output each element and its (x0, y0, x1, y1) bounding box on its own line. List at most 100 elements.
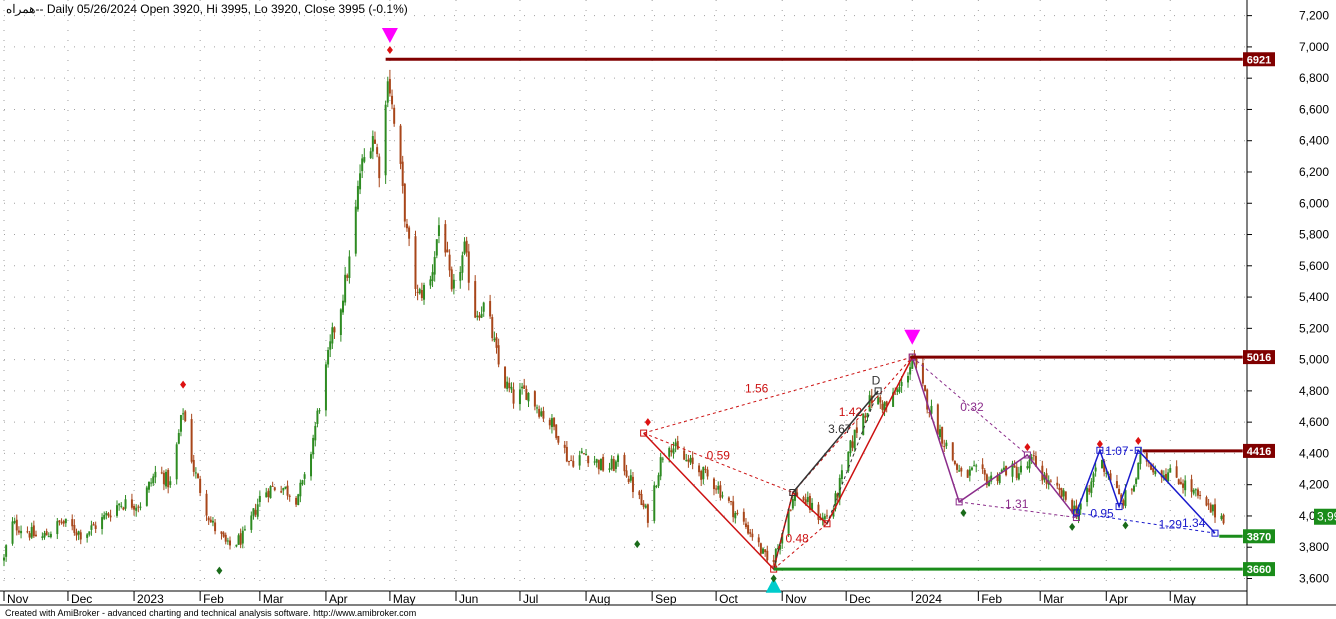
candle-body (3, 557, 5, 561)
candle-body (403, 183, 406, 222)
candle-body (900, 381, 903, 387)
candle-body (71, 519, 74, 527)
pattern-ratio-label: 3.67 (828, 422, 852, 436)
candle-body (73, 524, 76, 533)
candle-body (730, 501, 733, 503)
candle-body (1064, 491, 1067, 500)
candle-body (116, 505, 118, 516)
candle-body (629, 475, 632, 481)
candle-body (399, 125, 402, 164)
candle-body (324, 364, 327, 411)
candle-body (489, 301, 492, 317)
candle-body (565, 446, 568, 462)
pattern-ratio-label: 1.29 (1159, 517, 1183, 531)
candle-body (840, 470, 843, 479)
candle-body (137, 506, 140, 508)
candle-body (56, 521, 59, 535)
candle-body (34, 534, 37, 537)
candle-body (717, 485, 720, 490)
candle-body (167, 470, 170, 488)
candle-body (86, 534, 89, 538)
candle-body (638, 491, 641, 496)
candle-body (356, 186, 359, 210)
candle-body (698, 465, 701, 473)
pattern-ratio-label: 0.48 (785, 532, 809, 546)
y-tick-label: 4,800 (1299, 384, 1329, 398)
candle-body (595, 459, 598, 463)
candle-body (371, 136, 374, 152)
pattern-solid-leg (643, 356, 913, 571)
candle-body (162, 472, 165, 485)
candle-body (435, 239, 438, 256)
swing-point-marker (180, 380, 187, 389)
footer-credit: Created with AmiBroker - advanced charti… (5, 608, 417, 618)
candle-body (1101, 459, 1104, 469)
candle-body (344, 274, 347, 303)
candle-body (744, 523, 747, 528)
candle-body (715, 488, 718, 490)
candle-body (789, 509, 792, 511)
x-tick-label: 2023 (137, 592, 164, 606)
candle-body (482, 302, 485, 312)
swing-point-marker (386, 46, 393, 55)
candle-body (742, 511, 745, 522)
candle-body (480, 313, 483, 318)
candle-body (271, 485, 274, 487)
sell-arrow-icon (904, 329, 921, 345)
candle-body (521, 386, 524, 389)
candle-body (674, 442, 677, 447)
candle-body (194, 472, 197, 474)
candle-body (88, 531, 91, 535)
candle-body (401, 161, 404, 186)
candle-body (802, 497, 805, 500)
candle-body (437, 225, 440, 236)
level-value-label: 3660 (1247, 564, 1271, 576)
candle-body (1192, 490, 1195, 494)
candle-body (1207, 503, 1210, 505)
candle-body (295, 497, 298, 505)
candle-body (525, 389, 528, 400)
candle-body (614, 461, 617, 469)
candle-body (1122, 500, 1125, 506)
candle-body (463, 241, 466, 254)
candle-body (267, 490, 270, 497)
candle-body (184, 411, 187, 422)
candle-body (966, 470, 969, 478)
candle-body (578, 455, 581, 466)
candle-body (945, 442, 948, 447)
candle-body (687, 459, 690, 462)
candle-body (1199, 494, 1202, 496)
candle-body (685, 460, 688, 462)
candle-body (452, 279, 455, 289)
candle-body (608, 468, 611, 470)
candle-body (493, 338, 496, 341)
candle-body (1184, 480, 1187, 491)
candle-body (1194, 489, 1197, 491)
candle-body (518, 389, 521, 405)
candle-body (342, 300, 344, 313)
candle-body (461, 255, 464, 273)
swing-point-marker (216, 566, 223, 575)
candle-body (17, 530, 20, 533)
candle-body (538, 408, 541, 417)
x-tick-label: Nov (785, 592, 806, 606)
candle-body (757, 537, 760, 543)
x-tick-label: Mar (263, 592, 284, 606)
candle-body (446, 249, 449, 253)
candle-body (847, 451, 850, 472)
y-tick-label: 6,800 (1299, 71, 1329, 85)
candle-body (147, 482, 150, 490)
candle-body (376, 147, 379, 155)
level-value-label: 5016 (1247, 352, 1271, 364)
candle-body (339, 309, 342, 335)
candle-body (15, 519, 18, 531)
candle-body (103, 514, 106, 519)
candle-body (751, 533, 754, 538)
candle-body (329, 341, 332, 350)
candle-body (898, 386, 901, 392)
candle-body (94, 525, 97, 529)
swing-point-marker (1069, 522, 1076, 531)
candle-body (92, 523, 95, 526)
candle-body (580, 451, 583, 454)
candle-body (1167, 472, 1170, 482)
